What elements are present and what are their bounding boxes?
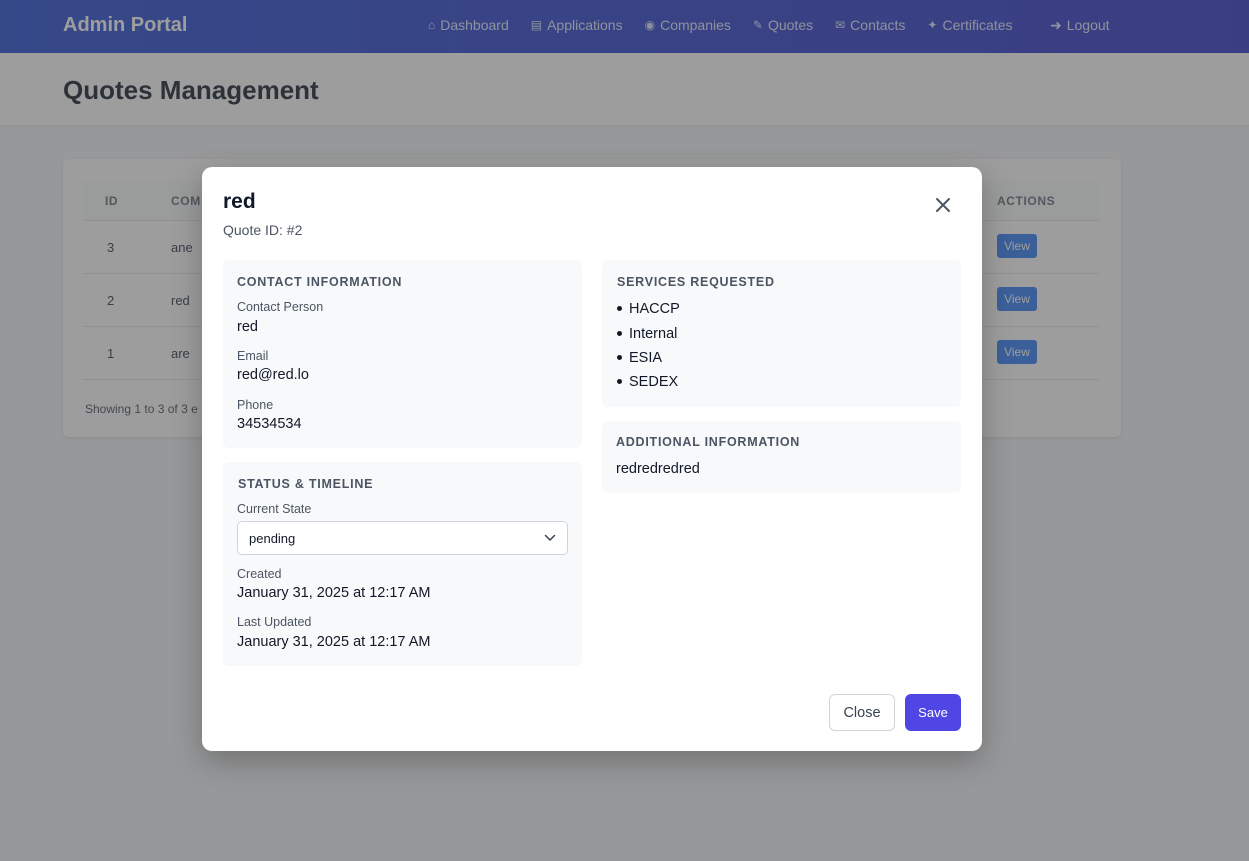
- bullet-icon: [617, 378, 622, 384]
- section-heading: SERVICES REQUESTED: [617, 275, 775, 289]
- last-updated-value: January 31, 2025 at 12:17 AM: [237, 634, 431, 650]
- contact-information-panel: CONTACT INFORMATION Contact Person red E…: [223, 260, 582, 448]
- section-heading: CONTACT INFORMATION: [237, 275, 403, 289]
- section-heading: STATUS & TIMELINE: [238, 477, 374, 491]
- service-item: Internal: [617, 326, 677, 342]
- created-label: Created: [237, 567, 282, 581]
- phone-label: Phone: [237, 398, 274, 412]
- bullet-icon: [617, 305, 622, 311]
- modal-title: red: [223, 190, 256, 213]
- additional-info-text: redredredred: [616, 461, 700, 477]
- current-state-label: Current State: [237, 502, 312, 516]
- status-timeline-panel: STATUS & TIMELINE Current State pending …: [223, 462, 582, 666]
- contact-person-label: Contact Person: [237, 300, 324, 314]
- service-label: ESIA: [629, 350, 663, 366]
- phone-value: 34534534: [237, 416, 302, 432]
- quote-detail-modal: red Quote ID: #2 CONTACT INFORMATION Con…: [202, 167, 982, 751]
- service-label: Internal: [629, 326, 678, 342]
- close-icon[interactable]: [933, 195, 953, 215]
- email-value: red@red.lo: [237, 367, 309, 383]
- service-item: SEDEX: [617, 374, 678, 390]
- save-button[interactable]: Save: [905, 694, 961, 731]
- bullet-icon: [617, 354, 622, 360]
- additional-information-panel: ADDITIONAL INFORMATION redredredred: [602, 421, 961, 493]
- service-item: HACCP: [617, 301, 680, 317]
- created-value: January 31, 2025 at 12:17 AM: [237, 585, 431, 601]
- bullet-icon: [617, 330, 622, 336]
- service-label: HACCP: [629, 301, 680, 317]
- email-label: Email: [237, 349, 269, 363]
- quote-id: Quote ID: #2: [223, 222, 303, 238]
- contact-person-value: red: [237, 319, 258, 335]
- state-select-value: pending: [249, 531, 296, 546]
- close-button[interactable]: Close: [829, 694, 895, 731]
- state-select[interactable]: pending: [237, 521, 568, 555]
- chevron-down-icon: [544, 534, 556, 541]
- services-requested-panel: SERVICES REQUESTED HACCP Internal ESIA S…: [602, 260, 961, 407]
- service-label: SEDEX: [629, 374, 679, 390]
- service-item: ESIA: [617, 350, 662, 366]
- last-updated-label: Last Updated: [237, 615, 312, 629]
- section-heading: ADDITIONAL INFORMATION: [616, 435, 801, 449]
